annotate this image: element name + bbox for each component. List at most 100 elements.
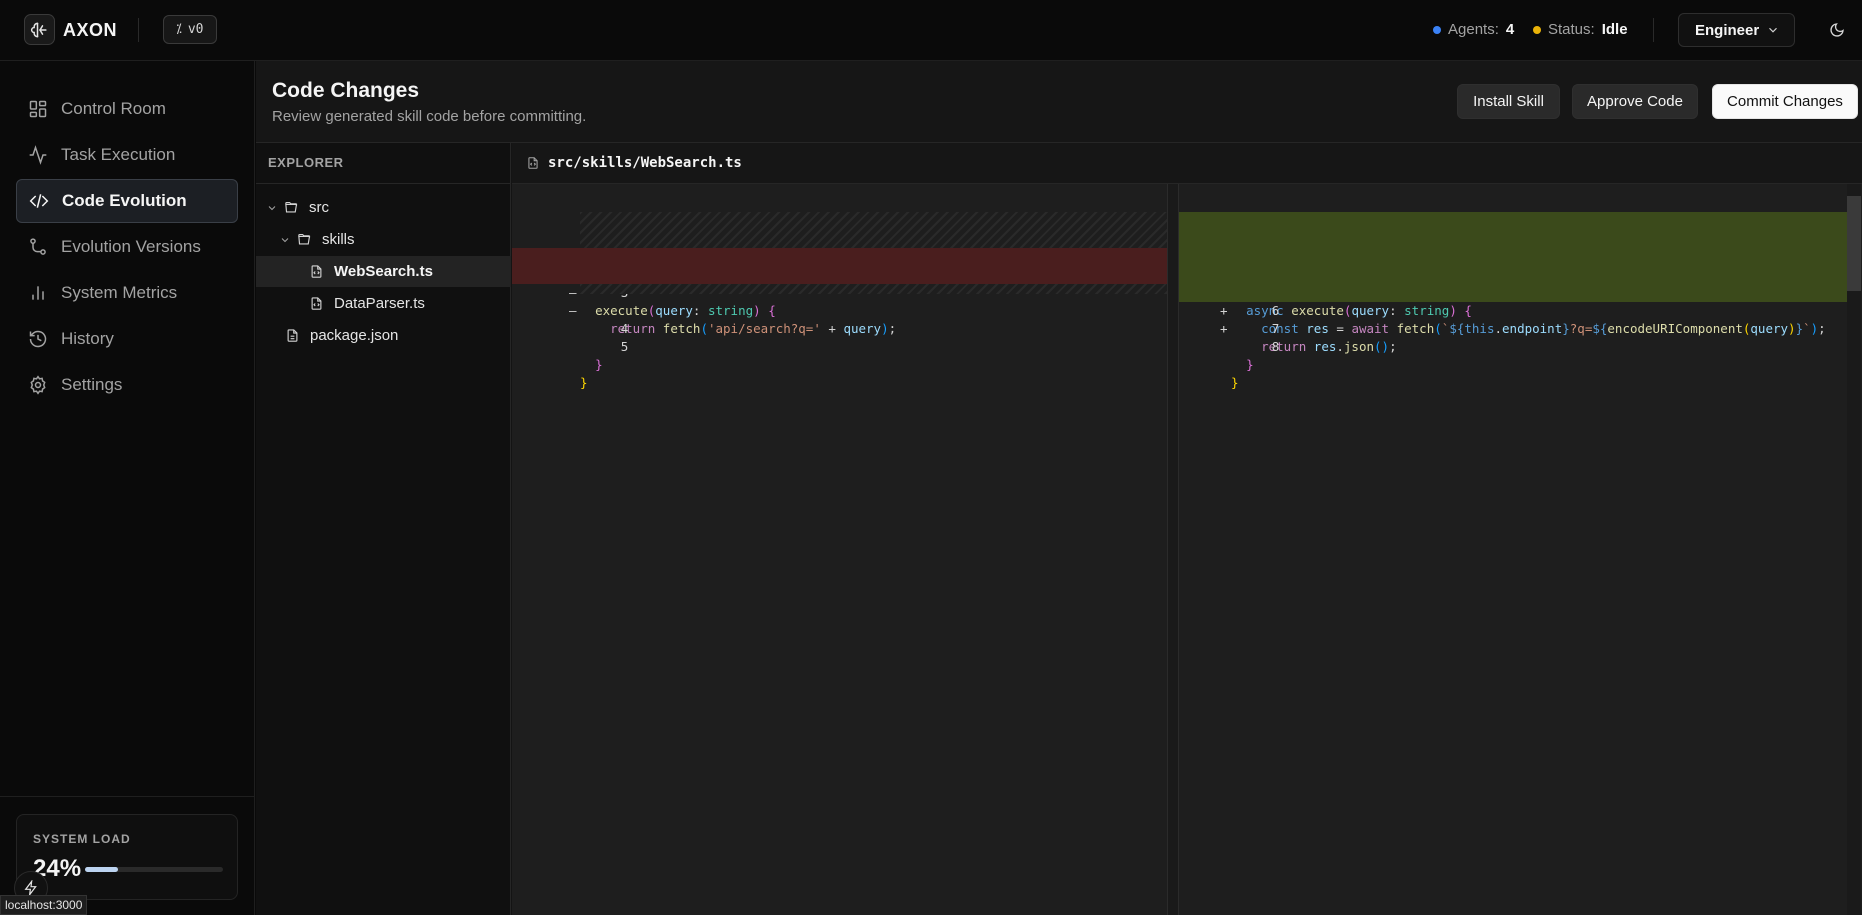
system-load-bar-fill (85, 867, 119, 872)
sidebar-divider (0, 796, 255, 797)
tree-item-label: DataParser.ts (334, 295, 425, 312)
moon-icon (1830, 23, 1844, 37)
folder-open-icon (285, 201, 298, 213)
file-code-icon (311, 297, 322, 310)
version-label: v0 (187, 22, 204, 37)
gear-icon (30, 375, 46, 395)
code-text: } (1231, 375, 1239, 390)
diff-filler (580, 212, 1167, 248)
code-line: 8 } (1179, 320, 1861, 390)
sidebar-item-history[interactable]: History (16, 317, 238, 361)
code-line: 1 export class WebSearch { (512, 194, 1167, 264)
file-code-icon (528, 157, 538, 169)
sidebar-item-evolution-versions[interactable]: Evolution Versions (16, 225, 238, 269)
tree-folder-skills[interactable]: skills (256, 224, 511, 255)
sidebar-item-code-evolution[interactable]: Code Evolution (16, 179, 238, 223)
role-value: Engineer (1695, 21, 1760, 39)
code-line-added: 2 + private endpoint = 'https://api.sear… (1179, 212, 1861, 282)
code-line-removed: 3 — return fetch('api/search?q=' + query… (512, 266, 1167, 336)
editor-scrollbar-thumb[interactable] (1847, 196, 1861, 291)
explorer-title: EXPLORER (256, 143, 510, 184)
version-badge[interactable]: ⁒ v0 (163, 15, 217, 44)
line-number: 8 (1271, 339, 1280, 354)
tree-folder-src[interactable]: src (256, 192, 511, 223)
sidebar-item-label: History (61, 329, 114, 348)
header-divider (1653, 18, 1654, 42)
code-text: } (580, 375, 588, 390)
code-line-added: 4 + async execute(query: string) { (1179, 248, 1861, 318)
app-name: AXON (63, 20, 118, 40)
sidebar-item-system-metrics[interactable]: System Metrics (16, 271, 238, 315)
file-code-icon (311, 265, 322, 278)
page-subtitle: Review generated skill code before commi… (272, 108, 587, 125)
tree-item-label: package.json (310, 327, 399, 344)
top-bar: AXON ⁒ v0 Agents: 4 Status: Idle Enginee… (0, 0, 1862, 61)
tree-file-dataparser[interactable]: DataParser.ts (256, 288, 511, 319)
code-line: 5 } (512, 320, 1167, 390)
agents-dot-icon (1433, 25, 1441, 34)
commit-changes-button[interactable]: Commit Changes (1712, 84, 1858, 119)
agents-indicator: Agents: 4 (1433, 21, 1514, 38)
sidebar-item-control-room[interactable]: Control Room (16, 87, 238, 131)
code-line: 1 export class WebSearch { (1179, 194, 1861, 264)
approve-code-button[interactable]: Approve Code (1572, 84, 1698, 119)
sidebar-item-label: Code Evolution (62, 191, 187, 210)
editor-scrollbar[interactable] (1847, 184, 1861, 915)
editor-file-path: src/skills/WebSearch.ts (548, 155, 742, 171)
tree-file-websearch[interactable]: WebSearch.ts (256, 256, 511, 287)
version-icon: ⁒ (176, 22, 182, 37)
sidebar-item-label: Evolution Versions (61, 237, 201, 256)
chevron-down-icon (281, 237, 289, 242)
tree-item-label: skills (322, 231, 355, 248)
history-icon (29, 330, 47, 348)
header-divider (138, 18, 139, 42)
agents-label: Agents: (1448, 21, 1499, 38)
system-load-bar (85, 867, 223, 872)
diff-original-pane[interactable]: 1 export class WebSearch { 2 — execute(q… (512, 184, 1167, 915)
sidebar-item-label: System Metrics (61, 283, 178, 302)
system-load-label: SYSTEM LOAD (33, 832, 131, 846)
bar-chart-icon (32, 286, 44, 300)
editor-tab[interactable]: src/skills/WebSearch.ts (512, 143, 1862, 184)
theme-toggle-button[interactable] (1826, 19, 1848, 41)
install-skill-button[interactable]: Install Skill (1457, 84, 1560, 119)
role-select[interactable]: Engineer (1678, 13, 1795, 47)
sidebar: Control Room Task Execution Code Evoluti… (0, 61, 255, 915)
diff-splitter[interactable] (1167, 184, 1179, 915)
status-indicator: Status: Idle (1533, 21, 1628, 38)
sidebar-item-label: Task Execution (61, 145, 176, 164)
chevron-down-icon (268, 205, 276, 210)
tree-file-package-json[interactable]: package.json (256, 320, 511, 351)
chevron-down-icon (1769, 27, 1777, 33)
page-header: Code Changes Review generated skill code… (256, 61, 1862, 143)
sidebar-item-task-execution[interactable]: Task Execution (16, 133, 238, 177)
folder-open-icon (298, 233, 311, 245)
activity-icon (29, 145, 47, 165)
system-load-card: SYSTEM LOAD 24% (16, 814, 238, 900)
axon-logo-icon[interactable] (24, 14, 55, 45)
sidebar-item-settings[interactable]: Settings (16, 363, 238, 407)
code-icon (29, 194, 49, 208)
code-line-removed: 2 — execute(query: string) { (512, 248, 1167, 318)
status-value: Idle (1601, 21, 1628, 38)
tree-item-label: WebSearch.ts (334, 263, 433, 280)
main-content: Code Changes Review generated skill code… (256, 61, 1862, 915)
diff-editor: src/skills/WebSearch.ts 1 export class W… (512, 143, 1862, 915)
grid-icon (29, 100, 47, 118)
code-line-added: 3 + (1179, 230, 1861, 282)
status-url: localhost:3000 (0, 895, 88, 915)
file-text-icon (287, 329, 298, 342)
code-line: 7 } (1179, 302, 1861, 372)
code-line-added: 6 + return res.json(); (1179, 284, 1861, 354)
code-line-added: 5 + const res = await fetch(`${this.endp… (1179, 266, 1861, 336)
diff-filler (580, 284, 1167, 294)
code-line: 4 } (512, 302, 1167, 372)
tree-item-label: src (309, 199, 329, 216)
agents-count: 4 (1505, 21, 1515, 38)
sidebar-item-label: Settings (61, 375, 123, 394)
file-explorer: EXPLORER src skills WebSearch.ts DataPar… (256, 143, 511, 915)
diff-modified-pane[interactable]: 1 export class WebSearch { 2 + private e… (1179, 184, 1861, 915)
page-title: Code Changes (272, 79, 420, 102)
git-branch-icon (30, 238, 46, 255)
status-label: Status: (1548, 21, 1595, 38)
